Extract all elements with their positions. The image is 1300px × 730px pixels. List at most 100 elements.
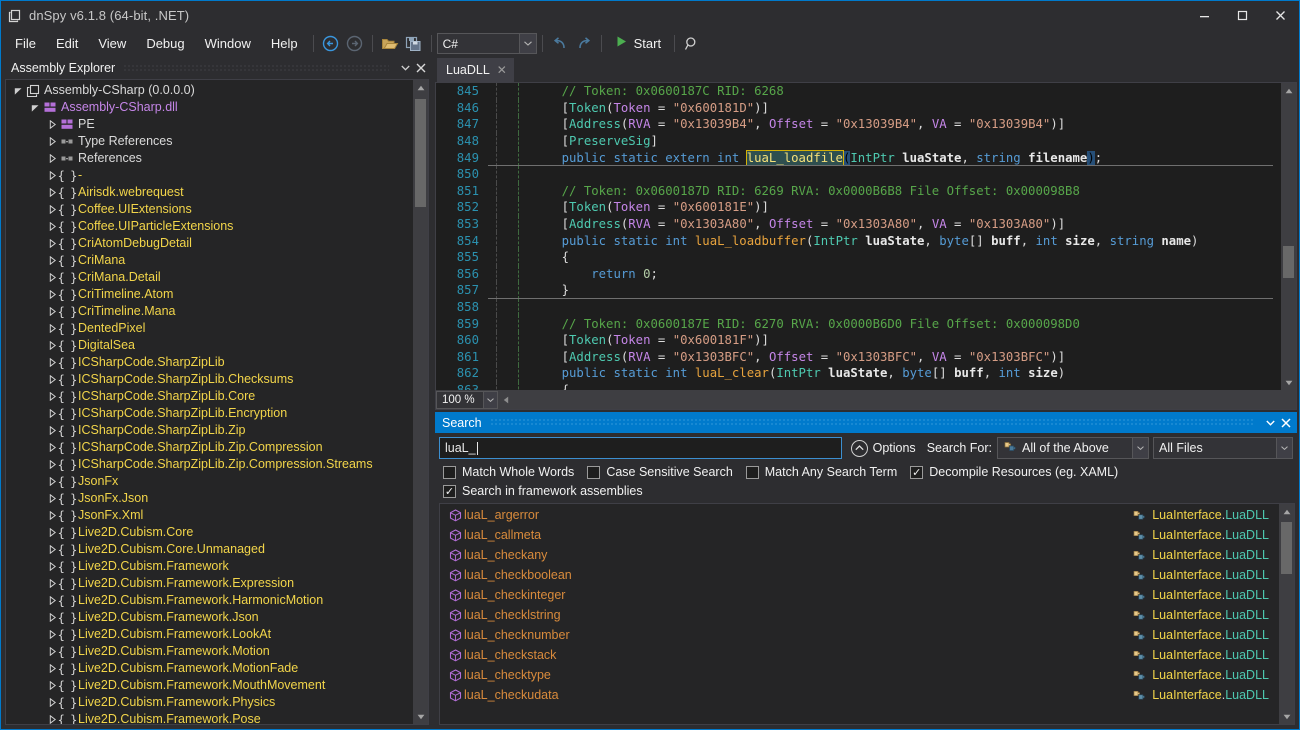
scroll-up-icon[interactable] [1281,83,1296,98]
tree-node[interactable]: { } CriTimeline.Atom [6,286,413,303]
search-result-row[interactable]: luaL_checktype LuaInterface.LuaDLL [440,665,1279,685]
search-result-row[interactable]: luaL_argerror LuaInterface.LuaDLL [440,505,1279,525]
tree-node[interactable]: { } DentedPixel [6,320,413,337]
tree-node[interactable]: { } ICSharpCode.SharpZipLib [6,354,413,371]
search-result-row[interactable]: luaL_checklstring LuaInterface.LuaDLL [440,605,1279,625]
expander-collapsed-icon[interactable] [46,154,59,163]
scroll-down-icon[interactable] [1279,709,1294,724]
tree-node[interactable]: { } ICSharpCode.SharpZipLib.Zip.Compressi… [6,456,413,473]
search-result-row[interactable]: luaL_callmeta LuaInterface.LuaDLL [440,525,1279,545]
search-option-checkbox[interactable]: Match Any Search Term [745,465,897,479]
tree-node[interactable]: { } CriMana [6,252,413,269]
search-result-row[interactable]: luaL_checkinteger LuaInterface.LuaDLL [440,585,1279,605]
drag-handle[interactable] [123,63,389,73]
search-results-list[interactable]: luaL_argerror LuaInterface.LuaDLL luaL_cal… [440,504,1279,724]
search-input[interactable]: luaL_ [439,437,842,459]
search-result-row[interactable]: luaL_checkany LuaInterface.LuaDLL [440,545,1279,565]
chevron-down-icon[interactable] [1262,415,1278,431]
expander-expanded-icon[interactable] [29,103,42,112]
tree-node[interactable]: { } Live2D.Cubism.Framework.Json [6,609,413,626]
scroll-track[interactable] [1281,98,1296,375]
expander-expanded-icon[interactable] [12,86,25,95]
tree-node[interactable]: { } CriMana.Detail [6,269,413,286]
search-result-row[interactable]: luaL_checknumber LuaInterface.LuaDLL [440,625,1279,645]
redo-icon[interactable] [572,32,596,55]
checkbox-checked-icon[interactable]: ✓ [910,465,924,479]
scroll-down-icon[interactable] [413,709,428,724]
chevron-down-icon[interactable] [1276,438,1292,458]
tree-node[interactable]: { } CriTimeline.Mana [6,303,413,320]
minimize-button[interactable] [1185,1,1223,30]
options-button[interactable]: Options [842,439,916,457]
tree-node[interactable]: { } - [6,167,413,184]
checkbox-checked-icon[interactable]: ✓ [443,484,456,498]
editor-horizontal-scrollbar[interactable] [498,390,1296,410]
editor-vertical-scrollbar[interactable] [1281,83,1296,390]
search-for-combobox[interactable]: All of the Above [997,437,1149,459]
drag-handle[interactable] [489,418,1254,427]
scroll-down-icon[interactable] [1281,375,1296,390]
checkbox-unchecked-icon[interactable] [745,465,759,479]
search-result-row[interactable]: luaL_checkudata LuaInterface.LuaDLL [440,685,1279,705]
tree-node[interactable]: { } Airisdk.webrequest [6,184,413,201]
menu-edit[interactable]: Edit [46,32,88,55]
menu-window[interactable]: Window [195,32,261,55]
tree-node[interactable]: { } ICSharpCode.SharpZipLib.Checksums [6,371,413,388]
scroll-track[interactable] [1279,519,1294,709]
search-result-row[interactable]: luaL_checkboolean LuaInterface.LuaDLL [440,565,1279,585]
tree-node[interactable]: { } JsonFx.Xml [6,507,413,524]
maximize-button[interactable] [1223,1,1261,30]
close-icon[interactable]: ✕ [497,63,507,77]
scroll-left-icon[interactable] [498,392,513,407]
tree-node[interactable]: PE [6,116,413,133]
tree-node[interactable]: { } Live2D.Cubism.Core [6,524,413,541]
zoom-level-value[interactable]: 100 % [436,390,484,409]
tree-node[interactable]: { } Live2D.Cubism.Core.Unmanaged [6,541,413,558]
expander-collapsed-icon[interactable] [46,137,59,146]
forward-arrow-icon[interactable] [343,32,367,55]
tree-node[interactable]: { } Coffee.UIExtensions [6,201,413,218]
tree-node[interactable]: Type References [6,133,413,150]
start-button[interactable]: Start [607,33,669,55]
tree-node[interactable]: { } JsonFx.Json [6,490,413,507]
tree-node[interactable]: { } Live2D.Cubism.Framework.Expression [6,575,413,592]
language-combobox[interactable]: C# [436,33,537,54]
code-text-area[interactable]: 845 // Token: 0x0600187C RID: 6268 846 [T… [436,83,1281,390]
scroll-thumb[interactable] [1281,522,1292,574]
tree-node[interactable]: References [6,150,413,167]
tree-node[interactable]: { } Live2D.Cubism.Framework.Motion [6,643,413,660]
expander-collapsed-icon[interactable] [46,120,59,129]
tree-node[interactable]: Assembly-CSharp.dll [6,99,413,116]
checkbox-unchecked-icon[interactable] [587,465,601,479]
menu-view[interactable]: View [88,32,136,55]
tree-node[interactable]: { } Live2D.Cubism.Framework.MotionFade [6,660,413,677]
open-folder-icon[interactable] [378,32,402,55]
tree-node[interactable]: Assembly-CSharp (0.0.0.0) [6,82,413,99]
tree-node[interactable]: { } Live2D.Cubism.Framework [6,558,413,575]
menu-debug[interactable]: Debug [136,32,194,55]
search-option-checkbox[interactable]: Case Sensitive Search [587,465,733,479]
tree-node[interactable]: { } Coffee.UIParticleExtensions [6,218,413,235]
checkbox-unchecked-icon[interactable] [443,465,456,479]
save-all-icon[interactable] [402,32,426,55]
search-results-scrollbar[interactable] [1279,504,1294,724]
menu-help[interactable]: Help [261,32,308,55]
chevron-down-icon[interactable] [397,60,413,76]
menu-file[interactable]: File [5,32,46,55]
tree-node[interactable]: { } CriAtomDebugDetail [6,235,413,252]
chevron-down-icon[interactable] [518,34,536,53]
tree-node[interactable]: { } JsonFx [6,473,413,490]
file-filter-combobox[interactable]: All Files [1153,437,1293,459]
search-option-checkbox[interactable]: ✓ Decompile Resources (eg. XAML) [910,465,1118,479]
chevron-down-icon[interactable] [1132,438,1148,458]
magnifier-icon[interactable] [680,32,704,55]
tree-node[interactable]: { } ICSharpCode.SharpZipLib.Zip.Compressi… [6,439,413,456]
tab-luadll[interactable]: LuaDLL ✕ [437,58,514,82]
tree-node[interactable]: { } Live2D.Cubism.Framework.MouthMovement [6,677,413,694]
assembly-tree-scrollbar[interactable] [413,80,428,724]
tree-node[interactable]: { } Live2D.Cubism.Framework.LookAt [6,626,413,643]
close-button[interactable] [1261,1,1299,30]
assembly-tree[interactable]: Assembly-CSharp (0.0.0.0) Assembly-CSharp… [6,80,413,724]
tree-node[interactable]: { } ICSharpCode.SharpZipLib.Core [6,388,413,405]
tree-node[interactable]: { } DigitalSea [6,337,413,354]
